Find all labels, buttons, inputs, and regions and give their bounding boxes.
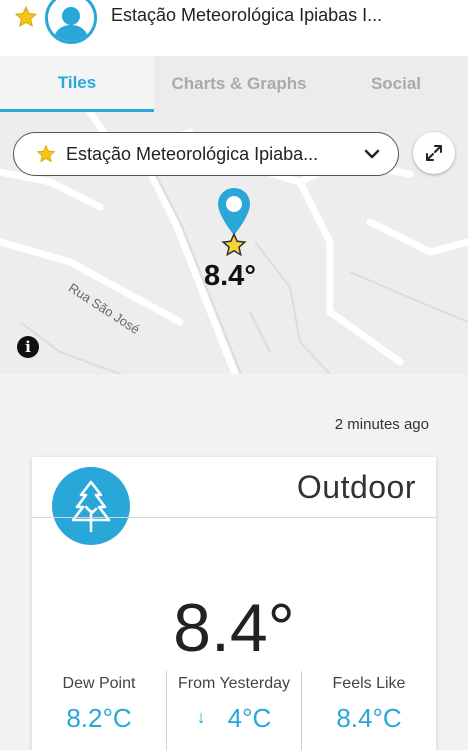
chevron-down-icon: [364, 149, 380, 159]
tree-icon: [52, 467, 130, 545]
station-title[interactable]: Estação Meteorológica Ipiabas I...: [111, 5, 382, 26]
dew-point-stat: Dew Point 8.2°C: [32, 671, 166, 750]
expand-icon: [426, 145, 442, 161]
tab-charts-graphs[interactable]: Charts & Graphs: [154, 56, 324, 112]
stats-row: Dew Point 8.2°C From Yesterday ↓ 4°C Feel…: [32, 671, 436, 750]
map-temperature: 8.4°: [204, 260, 256, 292]
favorite-star-icon: [221, 232, 247, 257]
last-updated: 2 minutes ago: [334, 416, 429, 433]
star-icon: [36, 144, 56, 163]
tab-bar: Tiles Charts & Graphs Social: [0, 56, 468, 112]
outdoor-tile[interactable]: Outdoor 8.4° Dew Point 8.2°C From Yester…: [32, 457, 436, 750]
arrow-down-icon: ↓: [196, 707, 206, 727]
current-temperature: 8.4°: [173, 590, 295, 666]
stat-value: 8.2°C: [66, 703, 132, 733]
expand-map-button[interactable]: [413, 132, 455, 174]
stat-value-wrap: ↓ 4°C: [167, 703, 301, 734]
station-select-label: Estação Meteorológica Ipiaba...: [66, 143, 319, 164]
stat-label: Feels Like: [332, 675, 406, 692]
tab-social[interactable]: Social: [324, 56, 468, 112]
stat-label: From Yesterday: [177, 675, 291, 692]
tab-tiles[interactable]: Tiles: [0, 56, 154, 112]
stat-value: 8.4°C: [336, 703, 402, 733]
stat-value: 4°C: [227, 703, 272, 733]
stat-label: Dew Point: [62, 675, 136, 692]
app-header: Estação Meteorológica Ipiabas I...: [0, 0, 468, 56]
station-map[interactable]: Estação Meteorológica Ipiaba... 8.4° Rua…: [0, 112, 468, 374]
tile-title: Outdoor: [296, 469, 416, 505]
tile-divider: [32, 517, 436, 518]
station-select[interactable]: Estação Meteorológica Ipiaba...: [13, 132, 399, 176]
user-avatar-icon[interactable]: [45, 0, 97, 44]
feels-like-stat: Feels Like 8.4°C: [301, 671, 436, 750]
info-icon[interactable]: i: [17, 336, 39, 358]
from-yesterday-stat: From Yesterday ↓ 4°C: [166, 671, 301, 750]
star-icon[interactable]: [14, 5, 38, 29]
location-pin-icon[interactable]: [215, 186, 253, 236]
